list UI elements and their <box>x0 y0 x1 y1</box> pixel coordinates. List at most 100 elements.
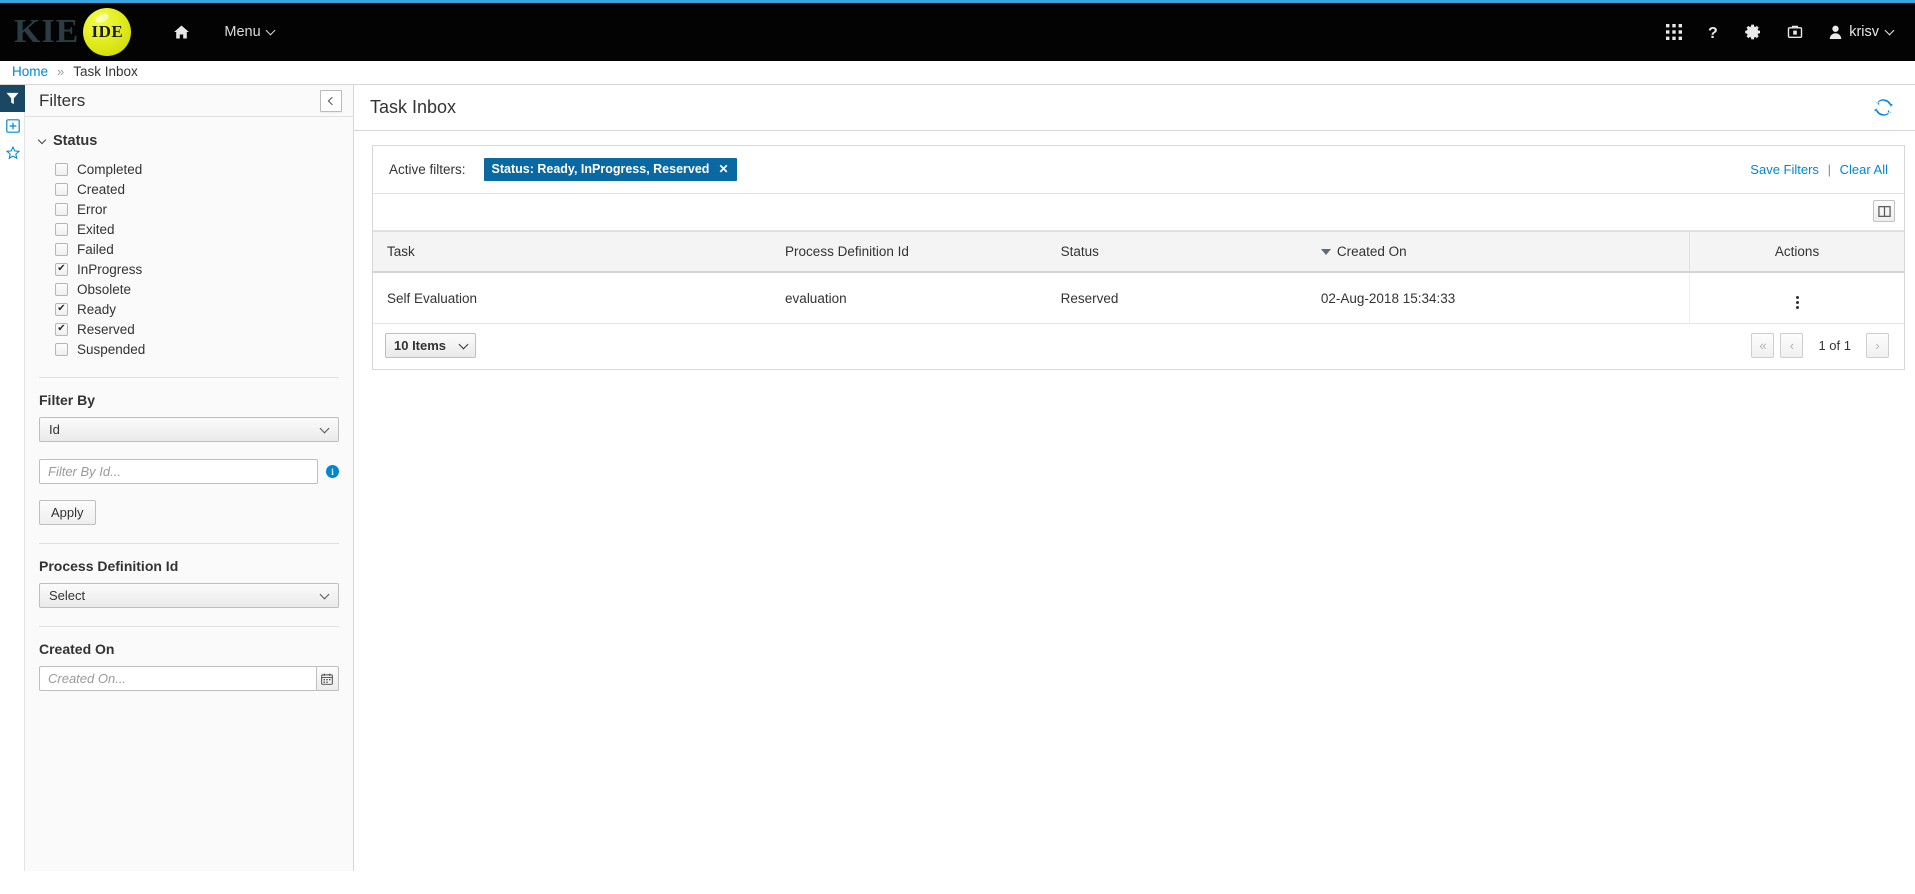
divider <box>39 377 339 378</box>
status-option-label: Ready <box>77 301 117 317</box>
status-option-label: Suspended <box>77 341 146 357</box>
brand-logo[interactable]: KIE IDE <box>14 8 132 56</box>
process-definition-title: Process Definition Id <box>39 558 179 574</box>
page-info: 1 of 1 <box>1818 338 1851 353</box>
process-definition-select[interactable]: Select <box>39 583 339 608</box>
filter-by-select-value: Id <box>49 422 60 437</box>
status-option-created[interactable]: Created <box>39 179 339 199</box>
column-header-task[interactable]: Task <box>373 231 772 273</box>
status-option-label: Created <box>77 181 126 197</box>
chevron-down-icon <box>265 25 276 36</box>
task-inbox-card: Active filters: Status: Ready, InProgres… <box>372 145 1905 370</box>
checkbox[interactable] <box>55 202 68 216</box>
checkbox[interactable] <box>55 182 68 196</box>
apps-grid-icon[interactable] <box>1666 24 1683 40</box>
checkbox[interactable] <box>55 242 68 256</box>
main-header: Task Inbox <box>354 85 1915 131</box>
rail-add-icon[interactable] <box>0 112 25 139</box>
home-icon[interactable] <box>173 24 190 40</box>
status-option-label: InProgress <box>77 261 143 277</box>
clear-all-link[interactable]: Clear All <box>1840 162 1888 177</box>
cell-created-on: 02-Aug-2018 15:34:33 <box>1306 272 1690 324</box>
active-filter-chip[interactable]: Status: Ready, InProgress, Reserved ✕ <box>483 158 737 181</box>
column-header-created-on[interactable]: Created On <box>1306 231 1690 273</box>
rail-star-icon[interactable] <box>0 139 25 166</box>
chevron-down-icon <box>37 135 47 144</box>
chevron-down-icon <box>1884 25 1895 36</box>
checkbox[interactable] <box>55 282 68 296</box>
user-name: krisv <box>1849 24 1879 40</box>
rail-filter-icon[interactable] <box>0 85 25 112</box>
main-content: Task Inbox Active filters: Status: Ready… <box>354 85 1915 871</box>
filter-by-title: Filter By <box>39 392 96 408</box>
table-row[interactable]: Self Evaluation evaluation Reserved 02-A… <box>373 272 1904 324</box>
menu-button[interactable]: Menu <box>224 24 276 40</box>
filters-panel-body: Status Completed Created Error Exited Fa… <box>25 117 353 691</box>
status-option-label: Reserved <box>77 321 135 337</box>
icon-rail <box>0 85 25 871</box>
page-title: Task Inbox <box>370 97 457 117</box>
status-section-header[interactable]: Status <box>37 133 339 149</box>
page-size-label: 10 Items <box>394 338 447 353</box>
brand-kie-text: KIE <box>14 13 80 50</box>
created-on-input-row <box>39 666 339 691</box>
status-option-label: Error <box>77 201 107 217</box>
filter-actions: Save Filters | Clear All <box>1750 162 1888 177</box>
status-option-failed[interactable]: Failed <box>39 239 339 259</box>
save-filters-link[interactable]: Save Filters <box>1750 162 1819 177</box>
toolbox-icon[interactable] <box>1787 24 1803 40</box>
page-size-select[interactable]: 10 Items <box>385 333 477 358</box>
close-icon[interactable]: ✕ <box>718 162 728 176</box>
separator: | <box>1827 162 1831 177</box>
chevron-left-icon <box>327 96 337 106</box>
collapse-sidebar-button[interactable] <box>320 90 342 112</box>
brand-ide-text: IDE <box>91 22 124 41</box>
user-menu[interactable]: krisv <box>1829 24 1895 40</box>
filter-by-select[interactable]: Id <box>39 417 339 442</box>
apply-filter-button[interactable]: Apply <box>39 500 96 525</box>
checkbox[interactable] <box>55 342 68 356</box>
column-header-status[interactable]: Status <box>1046 231 1307 273</box>
checkbox[interactable] <box>55 162 68 176</box>
checkbox[interactable] <box>55 222 68 236</box>
help-question-icon[interactable]: ? <box>1708 24 1719 41</box>
calendar-icon[interactable] <box>316 666 339 691</box>
status-option-exited[interactable]: Exited <box>39 219 339 239</box>
breadcrumb-home-link[interactable]: Home <box>12 64 48 79</box>
divider <box>39 626 339 627</box>
menu-label: Menu <box>224 24 261 40</box>
settings-gear-icon[interactable] <box>1745 24 1761 40</box>
status-option-label: Completed <box>77 161 143 177</box>
status-section-title: Status <box>53 133 98 149</box>
next-page-button[interactable]: › <box>1866 333 1889 358</box>
status-option-obsolete[interactable]: Obsolete <box>39 279 339 299</box>
info-icon[interactable]: i <box>326 465 339 478</box>
created-on-input[interactable] <box>39 666 317 691</box>
first-page-button[interactable]: « <box>1751 333 1775 358</box>
status-option-reserved[interactable]: Reserved <box>39 319 339 339</box>
status-option-completed[interactable]: Completed <box>39 159 339 179</box>
columns-settings-icon[interactable] <box>1873 200 1895 222</box>
previous-page-button[interactable]: ‹ <box>1780 333 1804 358</box>
kebab-menu-icon[interactable] <box>1795 296 1799 309</box>
status-option-label: Failed <box>77 241 114 257</box>
active-filters-bar: Active filters: Status: Ready, InProgres… <box>373 146 1904 194</box>
avatar-icon <box>1829 25 1842 39</box>
status-option-label: Obsolete <box>77 281 132 297</box>
filter-by-input[interactable] <box>39 459 318 484</box>
divider <box>39 543 339 544</box>
filters-panel-title: Filters <box>39 90 86 110</box>
checkbox[interactable] <box>55 302 68 316</box>
sort-descending-icon <box>1320 249 1331 256</box>
breadcrumb-current: Task Inbox <box>73 64 138 79</box>
status-option-error[interactable]: Error <box>39 199 339 219</box>
column-header-process-definition-id[interactable]: Process Definition Id <box>771 231 1047 273</box>
status-option-ready[interactable]: Ready <box>39 299 339 319</box>
status-option-suspended[interactable]: Suspended <box>39 339 339 359</box>
table-tools-row <box>373 194 1904 231</box>
checkbox[interactable] <box>55 322 68 336</box>
status-option-inprogress[interactable]: InProgress <box>39 259 339 279</box>
pagination-bar: 10 Items « ‹ 1 of 1 › <box>373 324 1904 369</box>
checkbox[interactable] <box>55 262 68 276</box>
refresh-icon[interactable] <box>1874 98 1893 117</box>
